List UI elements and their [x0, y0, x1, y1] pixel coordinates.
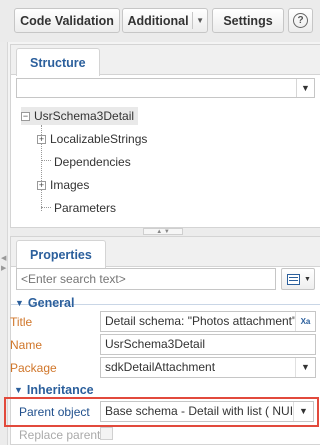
tree-item-label: Images	[50, 178, 90, 192]
tree-connector-line	[41, 160, 51, 161]
title-field-value: Detail schema: "Photos attachment"	[105, 314, 297, 328]
title-label: Title	[10, 315, 33, 329]
help-button[interactable]: ?	[288, 8, 313, 33]
tree-item-dependencies[interactable]: Dependencies	[54, 153, 131, 171]
tree-item-localizablestrings[interactable]: + LocalizableStrings	[37, 130, 147, 148]
name-label: Name	[10, 338, 43, 352]
replace-parent-checkbox[interactable]	[100, 427, 113, 440]
chevron-down-icon[interactable]: ▼	[293, 402, 313, 421]
splitter-grip-icon[interactable]: ▲ ▼	[143, 228, 183, 235]
expand-plus-icon[interactable]: +	[37, 180, 46, 190]
collapse-minus-icon[interactable]: −	[21, 111, 30, 121]
group-title: General	[27, 296, 75, 310]
additional-separator	[192, 12, 193, 29]
code-validation-button[interactable]: Code Validation	[14, 8, 120, 33]
additional-button-label: Additional	[127, 13, 189, 28]
chevron-down-icon[interactable]: ▼	[196, 16, 204, 25]
tree-item-label: Parameters	[54, 201, 117, 215]
tree-item-label: Dependencies	[54, 155, 131, 169]
left-collapse-gutter[interactable]: ◀ ▶	[0, 42, 8, 445]
parent-object-label: Parent object	[19, 405, 90, 419]
parent-object-field[interactable]: Base schema - Detail with list ( NUI ) ▼	[100, 401, 314, 422]
tree-item-root[interactable]: − UsrSchema3Detail	[21, 107, 139, 125]
title-field[interactable]: Detail schema: "Photos attachment" Xa	[100, 311, 316, 332]
tree-item-images[interactable]: + Images	[37, 176, 89, 194]
localization-icon[interactable]: Xa	[295, 312, 315, 331]
name-field-value: UsrSchema3Detail	[105, 337, 206, 351]
panel-splitter[interactable]: ▲ ▼	[10, 228, 320, 236]
properties-panel-header: Properties	[11, 237, 320, 268]
group-title: Inheritance	[26, 383, 94, 397]
additional-button[interactable]: Additional ▼	[122, 8, 208, 33]
property-search-input[interactable]	[16, 268, 276, 290]
group-general[interactable]: ▼ General	[15, 295, 74, 311]
package-label: Package	[10, 361, 57, 375]
help-icon: ?	[293, 13, 308, 28]
collapse-left-icon[interactable]: ◀	[1, 254, 6, 262]
name-field[interactable]: UsrSchema3Detail	[100, 334, 316, 355]
expand-right-icon[interactable]: ▶	[1, 264, 6, 272]
collapse-triangle-icon: ▼	[14, 385, 23, 395]
structure-panel: Structure ▼ − UsrSchema3Detail + Localiz…	[10, 44, 320, 228]
tree-item-label: UsrSchema3Detail	[34, 109, 135, 123]
top-toolbar: Code Validation Additional ▼ Settings ?	[0, 0, 320, 42]
parent-object-value: Base schema - Detail with list ( NUI )	[105, 404, 301, 418]
view-mode-button[interactable]: ▼	[281, 268, 315, 290]
collapse-triangle-icon: ▼	[15, 298, 24, 308]
settings-button[interactable]: Settings	[212, 8, 284, 33]
chevron-down-icon: ▼	[304, 275, 311, 283]
list-view-icon	[287, 273, 300, 285]
tab-properties[interactable]: Properties	[16, 240, 106, 268]
structure-combo[interactable]: ▼	[16, 78, 315, 98]
chevron-down-icon[interactable]: ▼	[295, 358, 315, 377]
package-field-value: sdkDetailAttachment	[105, 360, 216, 374]
group-inheritance[interactable]: ▼ Inheritance	[14, 382, 94, 398]
package-field[interactable]: sdkDetailAttachment ▼	[100, 357, 316, 378]
expand-plus-icon[interactable]: +	[37, 134, 46, 144]
tree-item-parameters[interactable]: Parameters	[54, 199, 116, 217]
structure-panel-header: Structure	[11, 45, 320, 76]
tab-structure[interactable]: Structure	[16, 48, 100, 76]
replace-parent-label: Replace parent	[19, 428, 101, 442]
tree-item-label: LocalizableStrings	[50, 132, 148, 146]
chevron-down-icon[interactable]: ▼	[296, 79, 314, 97]
tree-connector-line	[41, 207, 51, 208]
